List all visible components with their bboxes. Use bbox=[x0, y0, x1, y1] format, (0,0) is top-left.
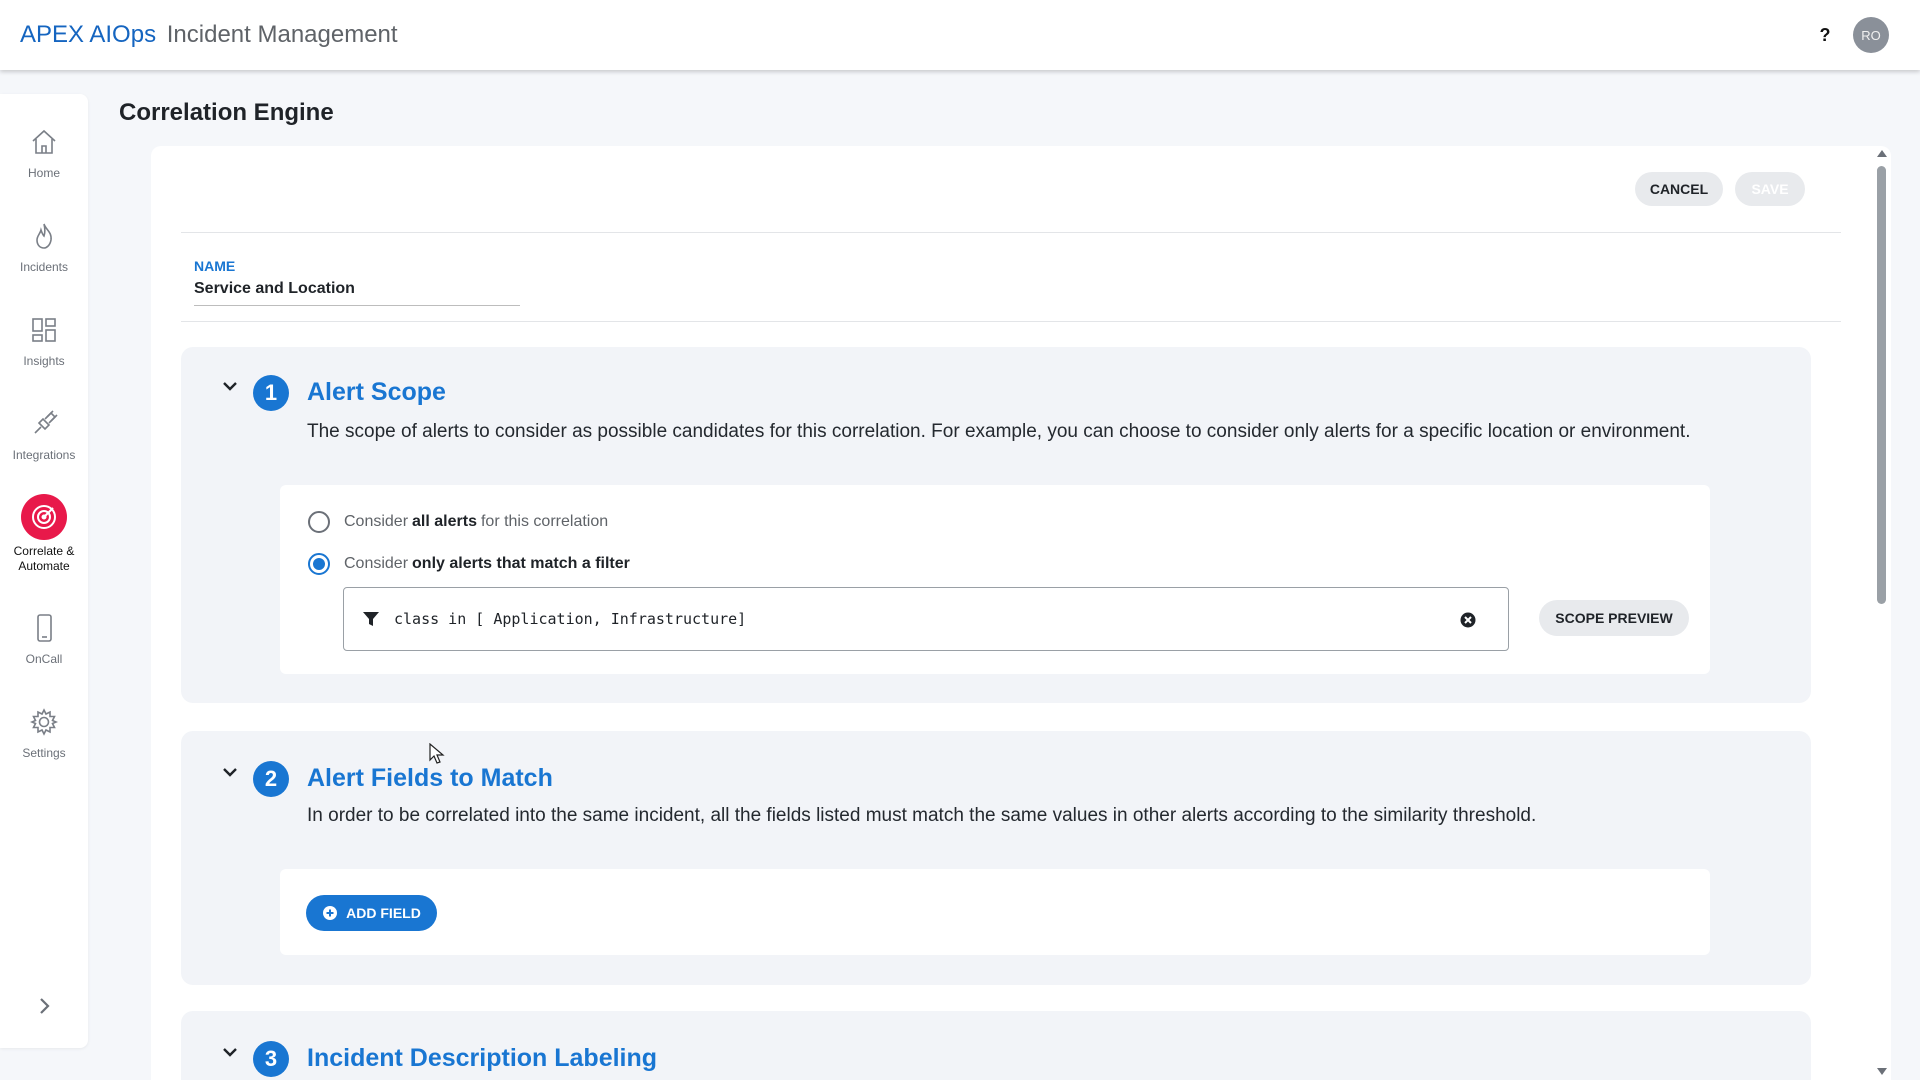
sidebar-item-home[interactable]: Home bbox=[0, 122, 88, 180]
alert-fields-section: 2 Alert Fields to Match In order to be c… bbox=[181, 731, 1811, 985]
name-field[interactable]: Service and Location bbox=[194, 280, 520, 306]
cancel-button[interactable]: CANCEL bbox=[1635, 172, 1723, 206]
sidebar-item-label: Correlate & Automate bbox=[13, 544, 75, 573]
grid-icon bbox=[24, 310, 64, 350]
filter-icon bbox=[362, 610, 380, 628]
flame-icon bbox=[24, 216, 64, 256]
help-button[interactable]: ? bbox=[1810, 20, 1840, 50]
step-badge: 3 bbox=[253, 1041, 289, 1077]
section-description: The scope of alerts to consider as possi… bbox=[307, 421, 1691, 442]
app-brand[interactable]: APEX AIOps Incident Management bbox=[20, 21, 398, 49]
correlation-editor-card: CANCEL SAVE NAME Service and Location 1 … bbox=[151, 146, 1891, 1080]
chevron-down-icon[interactable] bbox=[221, 377, 239, 395]
home-icon bbox=[24, 122, 64, 162]
filter-input[interactable]: class in [ Application, Infrastructure] bbox=[343, 587, 1509, 651]
chevron-down-icon[interactable] bbox=[221, 763, 239, 781]
section-title: Alert Fields to Match bbox=[307, 764, 553, 792]
sidebar-item-correlate-automate[interactable]: Correlate & Automate bbox=[0, 494, 88, 574]
expand-sidebar-icon[interactable] bbox=[32, 994, 56, 1018]
radio-button[interactable] bbox=[308, 553, 330, 575]
radio-all-alerts[interactable]: Consider all alerts for this correlation bbox=[308, 511, 608, 533]
step-badge: 1 bbox=[253, 375, 289, 411]
sidebar-item-insights[interactable]: Insights bbox=[0, 310, 88, 368]
app-name: Incident Management bbox=[166, 21, 398, 48]
scroll-up-icon[interactable] bbox=[1877, 150, 1887, 157]
sidebar-item-label: Insights bbox=[23, 354, 65, 368]
plug-icon bbox=[24, 404, 64, 444]
scrollbar-thumb[interactable] bbox=[1877, 166, 1886, 604]
option-emphasis: only alerts that match a filter bbox=[412, 555, 630, 572]
name-field-label: NAME bbox=[194, 258, 236, 274]
sidebar-item-label: Settings bbox=[22, 746, 66, 760]
top-bar: APEX AIOps Incident Management ? RO bbox=[0, 0, 1920, 70]
alert-scope-section: 1 Alert Scope The scope of alerts to con… bbox=[181, 347, 1811, 703]
scope-preview-button[interactable]: SCOPE PREVIEW bbox=[1539, 600, 1689, 636]
phone-icon bbox=[24, 608, 64, 648]
radio-button[interactable] bbox=[308, 511, 330, 533]
option-prefix: Consider bbox=[344, 555, 409, 572]
user-avatar[interactable]: RO bbox=[1853, 17, 1889, 53]
target-icon bbox=[21, 494, 67, 540]
save-button[interactable]: SAVE bbox=[1735, 172, 1805, 206]
clear-filter-icon[interactable] bbox=[1458, 610, 1478, 630]
add-field-button[interactable]: ADD FIELD bbox=[306, 895, 437, 931]
scope-options-panel: Consider all alerts for this correlation… bbox=[280, 485, 1710, 674]
plus-circle-icon bbox=[323, 906, 338, 920]
sidebar-item-settings[interactable]: Settings bbox=[0, 702, 88, 760]
page-title: Correlation Engine bbox=[119, 99, 334, 126]
sidebar-item-label: Home bbox=[27, 166, 60, 180]
incident-description-section: 3 Incident Description Labeling bbox=[181, 1011, 1811, 1080]
sidebar-item-label: Integrations bbox=[12, 448, 76, 462]
option-prefix: Consider bbox=[344, 513, 409, 530]
radio-filtered-alerts[interactable]: Consider only alerts that match a filter bbox=[308, 553, 634, 575]
gear-icon bbox=[24, 702, 64, 742]
add-field-label: ADD FIELD bbox=[346, 905, 421, 921]
section-title: Alert Scope bbox=[307, 378, 446, 406]
filter-expression: class in [ Application, Infrastructure] bbox=[394, 610, 747, 628]
sidebar-item-integrations[interactable]: Integrations bbox=[0, 404, 88, 462]
divider bbox=[181, 321, 1841, 322]
option-emphasis: all alerts bbox=[412, 513, 477, 530]
sidebar-item-oncall[interactable]: OnCall bbox=[0, 608, 88, 666]
sidebar-item-label: Incidents bbox=[19, 260, 69, 274]
sidebar-item-label: OnCall bbox=[25, 652, 63, 666]
option-suffix: for this correlation bbox=[480, 513, 609, 530]
chevron-down-icon[interactable] bbox=[221, 1043, 239, 1061]
section-title: Incident Description Labeling bbox=[307, 1044, 658, 1072]
brand-name: APEX AIOps bbox=[20, 21, 157, 48]
section-description: In order to be correlated into the same … bbox=[307, 805, 1537, 826]
sidebar: Home Incidents Insights Integrations Cor… bbox=[0, 94, 88, 1048]
step-badge: 2 bbox=[253, 761, 289, 797]
divider bbox=[181, 232, 1841, 233]
scroll-down-icon[interactable] bbox=[1877, 1068, 1887, 1075]
sidebar-item-incidents[interactable]: Incidents bbox=[0, 216, 88, 274]
fields-panel: ADD FIELD bbox=[280, 869, 1710, 955]
